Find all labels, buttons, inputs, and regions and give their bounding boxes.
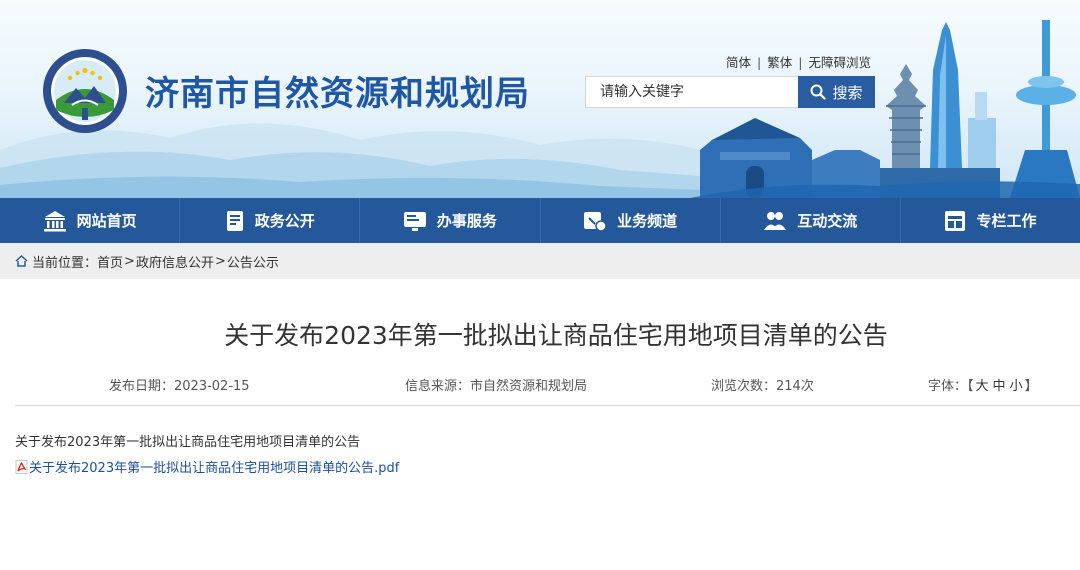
info-source: 信息来源：市自然资源和规划局 [405,379,588,394]
service-screen-icon [403,211,426,231]
publish-date: 发布日期：2023-02-15 [109,379,250,394]
breadcrumb-home[interactable]: 首页 [97,252,123,271]
view-count: 浏览次数：214次 [711,379,814,394]
breadcrumb-gov-info[interactable]: 政府信息公开 [136,252,214,271]
window-icon [945,210,966,231]
font-size-small[interactable]: 小 [1010,379,1023,394]
main-nav: 网站首页 政务公开 办事服务 业务频道 互动交流 专栏工作 [0,198,1080,243]
simplified-chinese-link[interactable]: 简体 [726,55,751,70]
nav-item-special-column[interactable]: 专栏工作 [901,198,1080,243]
font-size-medium[interactable]: 中 [993,379,1006,394]
nav-item-label: 网站首页 [76,212,137,230]
attachment-row: 关于发布2023年第一批拟出让商品住宅用地项目清单的公告.pdf [15,457,399,476]
search-box: 搜索 [585,76,875,108]
people-icon [764,211,787,230]
article-body-text: 关于发布2023年第一批拟出让商品住宅用地项目清单的公告 [15,435,361,450]
search-button-label: 搜索 [832,83,863,102]
attachment-link[interactable]: 关于发布2023年第一批拟出让商品住宅用地项目清单的公告.pdf [29,457,399,476]
home-icon [15,255,28,267]
font-size-bracket-open: 【 [967,379,974,394]
breadcrumb-announcements[interactable]: 公告公示 [227,252,279,271]
article-title: 关于发布2023年第一批拟出让商品住宅用地项目清单的公告 [224,321,888,350]
site-title: 济南市自然资源和规划局 [145,74,530,114]
pdf-icon [15,459,28,474]
nav-item-interaction[interactable]: 互动交流 [721,198,901,243]
breadcrumb-separator: > [124,253,135,269]
breadcrumb: 当前位置： 首页 > 政府信息公开 > 公告公示 [0,243,1080,279]
font-size-label: 字体： [928,379,968,394]
nav-item-label: 专栏工作 [976,212,1037,230]
font-size-bracket-close: 】 [1024,379,1038,394]
divider [15,405,1080,406]
font-size-switcher: 字体：【大中小】 [928,375,1038,394]
top-links: 简体 | 繁体 | 无障碍浏览 [726,52,871,71]
nav-item-label: 互动交流 [797,212,858,230]
nav-item-government-affairs[interactable]: 政务公开 [180,198,361,243]
nav-item-business-channel[interactable]: 业务频道 [541,198,721,243]
nav-item-home[interactable]: 网站首页 [0,198,181,243]
site-header: 济南市自然资源和规划局 简体 | 繁体 | 无障碍浏览 搜索 [0,0,1080,198]
emblem-seal-icon [43,49,127,133]
search-button[interactable]: 搜索 [798,76,875,108]
accessibility-link[interactable]: 无障碍浏览 [808,55,871,70]
separator: | [757,55,762,70]
traditional-chinese-link[interactable]: 繁体 [767,55,792,70]
nav-item-label: 业务频道 [617,212,678,230]
separator: | [798,55,803,70]
channel-icon [584,211,607,232]
search-input[interactable] [586,77,798,107]
nav-item-services[interactable]: 办事服务 [360,198,541,243]
institution-icon [43,210,66,231]
search-icon [810,84,827,100]
nav-item-label: 政务公开 [254,212,315,230]
nav-item-label: 办事服务 [436,212,497,230]
font-size-large[interactable]: 大 [976,379,989,394]
document-icon [226,210,243,231]
breadcrumb-separator: > [214,253,226,269]
breadcrumb-prefix: 当前位置： [32,255,98,271]
